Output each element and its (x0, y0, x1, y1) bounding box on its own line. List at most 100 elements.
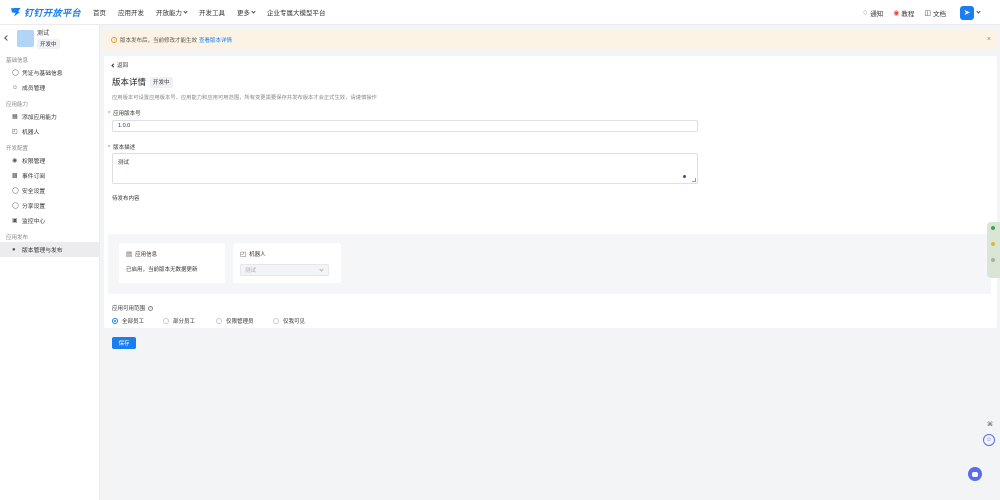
chat-support-button[interactable] (968, 467, 982, 481)
sidebar-item-label: 版本管理与发布 (22, 248, 63, 254)
grammarly-dot-icon[interactable] (683, 175, 686, 178)
description-field-label: * 版本描述 (108, 143, 135, 151)
scope-label-text: 应用可用范围 (112, 306, 146, 312)
radio-dot (112, 318, 118, 324)
top-right-actions: ♢ 通知 ◉ 教程 ◫ 文档 ➤ (852, 0, 981, 25)
robot-icon: ◰ (12, 129, 18, 135)
app-meta: 测试 开发中 (37, 28, 60, 49)
app-status-badge: 开发中 (37, 38, 60, 49)
release-section-label: 待发布内容 (112, 196, 140, 202)
help-icon[interactable]: i (148, 305, 154, 311)
version-field-label: * 应用版本号 (108, 109, 141, 117)
back-icon[interactable] (4, 35, 10, 41)
save-button[interactable]: 保存 (112, 337, 136, 349)
event-icon: ▩ (12, 173, 18, 179)
page-description: 应用版本可设置应用版本号、应用能力和应用可用范围，所有变更需要保存并发布版本才会… (112, 95, 377, 101)
robot-icon: ◰ (240, 251, 247, 258)
radio-label: 仅限管理员 (226, 319, 254, 325)
app-name: 测试 (37, 30, 50, 37)
sidebar-item-label: 机器人 (22, 130, 40, 136)
robot-select: 测试 (240, 264, 329, 276)
app-info-header: ▤ 应用信息 (126, 250, 157, 258)
share-icon: ◯ (12, 203, 19, 209)
notify-button[interactable]: ♢ 通知 (862, 8, 883, 18)
warning-icon: ! (111, 36, 117, 43)
sidebar-item-members[interactable]: ☺ 成员管理 (0, 80, 99, 95)
nav-app-dev[interactable]: 应用开发 (118, 7, 144, 17)
shield-icon: ◯ (12, 188, 19, 194)
sidebar-item-permissions[interactable]: ◉ 权限管理 (0, 153, 99, 168)
monitor-icon: ▣ (12, 218, 18, 224)
nav-label: 开发工具 (199, 10, 226, 17)
main-nav: 首页 应用开发 开放能力 开发工具 更多 企业专属大模型平台 (93, 7, 338, 17)
chevron-down-icon (976, 9, 981, 14)
apps-grid-icon[interactable]: ⌘ (984, 418, 996, 430)
back-label: 返回 (117, 63, 129, 69)
nav-enterprise-llm[interactable]: 企业专属大模型平台 (267, 7, 326, 17)
nav-home[interactable]: 首页 (93, 7, 106, 17)
docs-button[interactable]: ◫ 文档 (924, 8, 946, 18)
release-content-panel: ▤ 应用信息 已启用，当前版本无数据更新 ◰ 机器人 测试 (108, 234, 991, 294)
nav-more[interactable]: 更多 (237, 7, 256, 17)
radio-partial-staff[interactable]: 部分员工 (163, 317, 216, 325)
description-value: 测试 (118, 160, 130, 166)
app-icon (17, 29, 34, 47)
floating-side-rail[interactable] (987, 222, 1000, 278)
chevron-down-icon (251, 8, 256, 14)
sidebar-item-events[interactable]: ▩ 事件订阅 (0, 168, 99, 183)
sidebar-group-title: 开发配置 (6, 146, 29, 152)
nav-open-capabilities[interactable]: 开放能力 (156, 7, 188, 17)
nav-dev-tools[interactable]: 开发工具 (199, 7, 225, 17)
radio-label: 仅我可见 (283, 319, 306, 325)
resize-handle-icon[interactable] (692, 178, 696, 182)
description-textarea[interactable]: 测试 (112, 153, 698, 184)
nav-label: 更多 (237, 10, 251, 17)
tutorial-button[interactable]: ◉ 教程 (893, 8, 914, 18)
view-version-link[interactable]: 查看版本详情 (199, 36, 232, 44)
sidebar-item-label: 分享设置 (22, 204, 46, 210)
nav-label: 首页 (93, 10, 107, 17)
notice-banner: ! 版本发布后，当前修改才能生效 查看版本详情 × (104, 29, 997, 50)
version-input[interactable]: 1.0.0 (112, 120, 698, 132)
scope-radio-group: 全部员工 部分员工 仅限管理员 仅我可见 (112, 317, 305, 325)
chat-bubble-icon (972, 471, 978, 477)
main-content: ! 版本发布后，当前修改才能生效 查看版本详情 × 返回 版本详情 开发中 应用… (104, 29, 997, 349)
top-navigation-bar: 钉钉开放平台 首页 应用开发 开放能力 开发工具 更多 企业专属大模型平台 ♢ 通… (0, 0, 1000, 25)
user-icon: ☺ (12, 84, 19, 91)
scope-label: 应用可用范围 i (112, 304, 154, 312)
sidebar-item-label: 事件订阅 (22, 174, 46, 180)
radio-admin-only[interactable]: 仅限管理员 (216, 317, 273, 325)
sidebar-item-label: 添加应用能力 (22, 115, 57, 121)
app-info-status: 已启用，当前版本无数据更新 (126, 267, 198, 273)
assistant-icon[interactable]: ☺ (983, 434, 995, 446)
sidebar-item-share[interactable]: ◯ 分享设置 (0, 198, 99, 213)
sidebar-item-security[interactable]: ◯ 安全设置 (0, 183, 99, 198)
robot-title: 机器人 (249, 252, 266, 258)
status-badge: 开发中 (150, 76, 173, 88)
version-label-text: 应用版本号 (113, 111, 141, 117)
status-dot-icon (991, 242, 995, 246)
sidebar-group-title: 应用能力 (6, 102, 29, 108)
sidebar-item-label: 成员管理 (22, 86, 46, 92)
sidebar-item-robot[interactable]: ◰ 机器人 (0, 124, 99, 139)
radio-dot (273, 318, 279, 324)
sidebar-item-monitor[interactable]: ▣ 监控中心 (0, 213, 99, 228)
notice-text: 版本发布后，当前修改才能生效 (120, 37, 198, 44)
sidebar-item-version-publish[interactable]: ● 版本管理与发布 (0, 242, 99, 257)
robot-select-value: 测试 (245, 268, 257, 274)
radio-label: 全部员工 (122, 319, 145, 325)
radio-all-staff[interactable]: 全部员工 (112, 317, 163, 325)
sidebar-item-add-capability[interactable]: ▦ 添加应用能力 (0, 109, 99, 124)
app-info-card: ▤ 应用信息 已启用，当前版本无数据更新 (119, 243, 225, 283)
back-link[interactable]: 返回 (111, 61, 129, 69)
app-header: 测试 开发中 (0, 25, 99, 51)
sidebar-item-credentials[interactable]: ◯ 凭证与基础信息 (0, 65, 99, 80)
user-menu[interactable]: ➤ (956, 5, 981, 20)
version-detail-card: 返回 版本详情 开发中 应用版本可设置应用版本号、应用能力和应用可用范围，所有变… (104, 56, 997, 349)
close-icon[interactable]: × (987, 36, 991, 43)
radio-only-me[interactable]: 仅我可见 (273, 317, 305, 325)
dingtalk-logo[interactable]: 钉钉开放平台 (10, 6, 81, 19)
sidebar-item-label: 凭证与基础信息 (22, 71, 63, 77)
sidebar-item-label: 权限管理 (22, 159, 46, 165)
publish-icon: ● (12, 246, 16, 253)
